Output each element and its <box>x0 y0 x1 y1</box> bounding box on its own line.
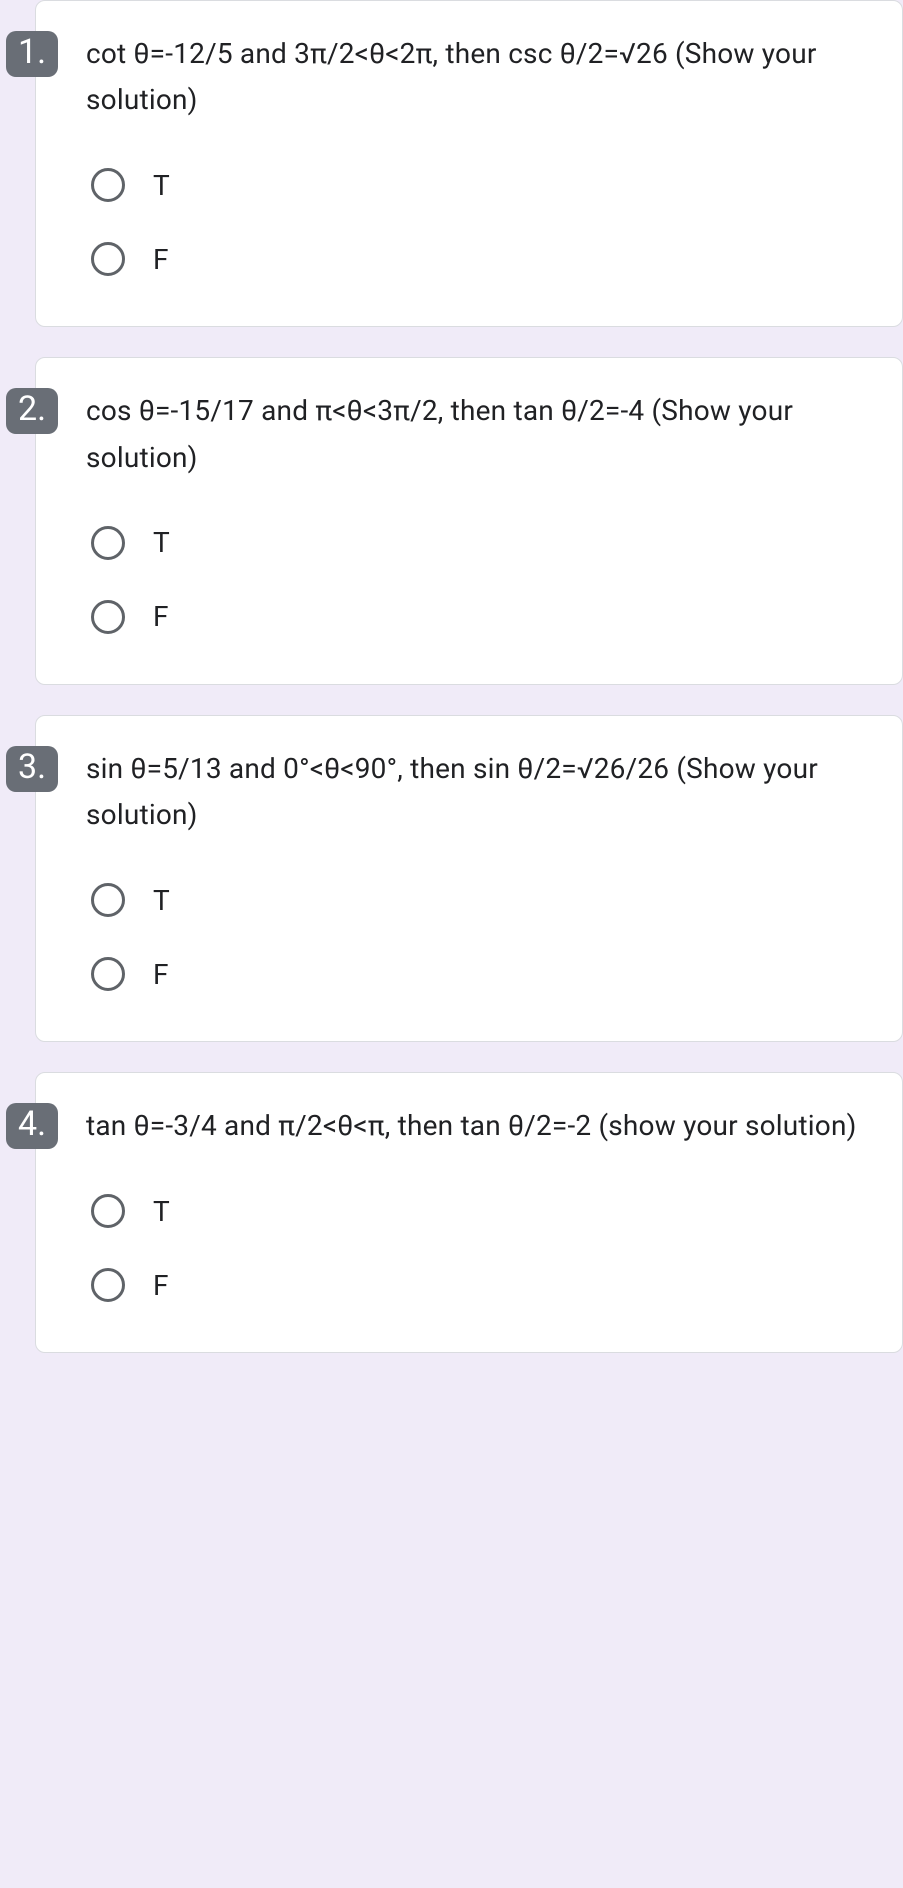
question-number-badge: 2. <box>6 388 58 434</box>
option-true[interactable]: T <box>86 526 872 560</box>
option-label: F <box>153 958 168 991</box>
question-number-badge: 1. <box>6 31 58 77</box>
question-text: cot θ=-12/5 and 3π/2<θ<2π, then csc θ/2=… <box>86 31 872 123</box>
option-label: F <box>153 600 168 633</box>
question-card-1: 1. cot θ=-12/5 and 3π/2<θ<2π, then csc θ… <box>35 0 903 327</box>
option-true[interactable]: T <box>86 168 872 202</box>
option-label: T <box>153 1195 170 1228</box>
question-card-2: 2. cos θ=-15/17 and π<θ<3π/2, then tan θ… <box>35 357 903 684</box>
option-true[interactable]: T <box>86 1194 872 1228</box>
question-text: sin θ=5/13 and 0°<θ<90°, then sin θ/2=√2… <box>86 746 872 838</box>
radio-icon <box>91 1194 125 1228</box>
question-number-badge: 3. <box>6 746 58 792</box>
radio-icon <box>91 526 125 560</box>
radio-icon <box>91 600 125 634</box>
question-text: cos θ=-15/17 and π<θ<3π/2, then tan θ/2=… <box>86 388 872 480</box>
option-label: T <box>153 526 170 559</box>
option-label: T <box>153 169 170 202</box>
radio-icon <box>91 168 125 202</box>
option-label: T <box>153 884 170 917</box>
question-text: tan θ=-3/4 and π/2<θ<π, then tan θ/2=-2 … <box>86 1103 872 1149</box>
option-false[interactable]: F <box>86 242 872 276</box>
question-card-4: 4. tan θ=-3/4 and π/2<θ<π, then tan θ/2=… <box>35 1072 903 1353</box>
option-label: F <box>153 243 168 276</box>
option-true[interactable]: T <box>86 883 872 917</box>
radio-icon <box>91 957 125 991</box>
radio-icon <box>91 883 125 917</box>
question-number-badge: 4. <box>6 1103 58 1149</box>
question-card-3: 3. sin θ=5/13 and 0°<θ<90°, then sin θ/2… <box>35 715 903 1042</box>
option-false[interactable]: F <box>86 1268 872 1302</box>
option-label: F <box>153 1269 168 1302</box>
radio-icon <box>91 242 125 276</box>
option-false[interactable]: F <box>86 600 872 634</box>
radio-icon <box>91 1268 125 1302</box>
option-false[interactable]: F <box>86 957 872 991</box>
